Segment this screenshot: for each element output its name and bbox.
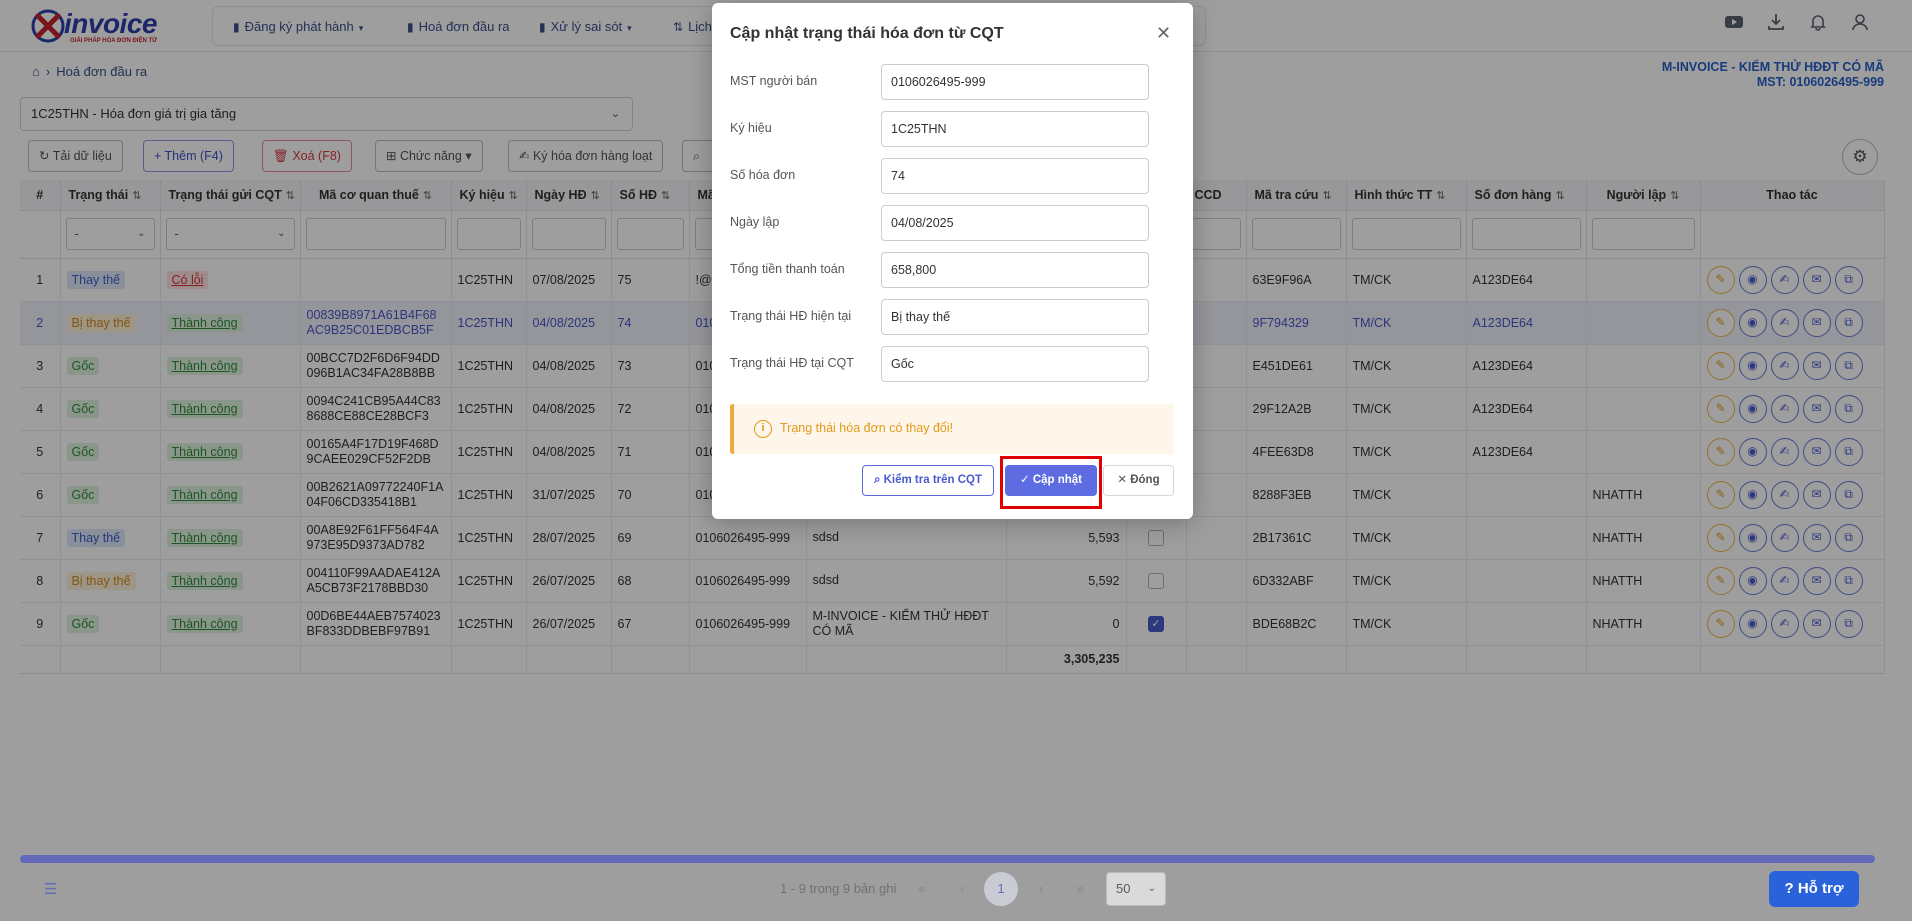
cqt-status-row: Trạng thái HĐ tại CQT Gốc (730, 346, 1150, 382)
check-on-cqt-button[interactable]: ⌕ Kiểm tra trên CQT (862, 465, 994, 496)
seller-tax-code-row: MST người bán 0106026495-999 (730, 64, 1150, 100)
issue-date-field[interactable]: 04/08/2025 (881, 205, 1149, 241)
update-button-highlight (1000, 456, 1102, 509)
close-icon: ✕ (1117, 474, 1131, 486)
status-changed-warning: i Trạng thái hóa đơn có thay đổi! (730, 404, 1174, 454)
symbol-field[interactable]: 1C25THN (881, 111, 1149, 147)
check-on-cqt-label: Kiểm tra trên CQT (883, 474, 983, 486)
issue-date-label: Ngày lập (730, 215, 780, 229)
cqt-status-field[interactable]: Gốc (881, 346, 1149, 382)
current-status-field[interactable]: Bị thay thế (881, 299, 1149, 335)
symbol-label: Ký hiệu (730, 121, 772, 135)
next-page-button[interactable]: › (1024, 872, 1058, 906)
total-amount-field[interactable]: 658,800 (881, 252, 1149, 288)
total-amount-row: Tổng tiền thanh toán 658,800 (730, 252, 1150, 288)
issue-date-row: Ngày lập 04/08/2025 (730, 205, 1150, 241)
question-icon: ? (1784, 880, 1794, 897)
seller-tax-code-label: MST người bán (730, 74, 818, 88)
last-page-button[interactable]: » (1063, 872, 1097, 906)
modal-title: Cập nhật trạng thái hóa đơn từ CQT (730, 25, 1004, 42)
current-status-label: Trạng thái HĐ hiện tại (730, 309, 852, 323)
seller-tax-code-field[interactable]: 0106026495-999 (881, 64, 1149, 100)
close-button[interactable]: ✕ Đóng (1103, 465, 1174, 496)
current-status-row: Trạng thái HĐ hiện tại Bị thay thế (730, 299, 1150, 335)
invoice-number-label: Số hóa đơn (730, 168, 796, 182)
list-icon[interactable]: ☰ (44, 880, 57, 898)
current-page-button[interactable]: 1 (984, 872, 1018, 906)
symbol-row: Ký hiệu 1C25THN (730, 111, 1150, 147)
pagination: ☰ 1 - 9 trong 9 bản ghi « ‹ 1 › » 50 ⌄ (0, 868, 1912, 908)
close-label: Đóng (1130, 474, 1160, 486)
pagination-info: 1 - 9 trong 9 bản ghi (780, 881, 897, 896)
search-icon: ⌕ (873, 474, 884, 486)
page-size-select[interactable]: 50 ⌄ (1106, 872, 1166, 906)
total-amount-label: Tổng tiền thanh toán (730, 262, 845, 276)
horizontal-scrollbar[interactable] (20, 855, 1875, 863)
cqt-status-label: Trạng thái HĐ tại CQT (730, 356, 854, 370)
first-page-button[interactable]: « (905, 872, 939, 906)
chevron-down-icon: ⌄ (1147, 883, 1156, 894)
help-button[interactable]: ? Hỗ trợ (1769, 871, 1859, 907)
close-icon[interactable]: ✕ (1156, 23, 1171, 43)
help-label: Hỗ trợ (1797, 880, 1844, 897)
prev-page-button[interactable]: ‹ (945, 872, 979, 906)
invoice-number-field[interactable]: 74 (881, 158, 1149, 194)
warning-text: Trạng thái hóa đơn có thay đổi! (780, 421, 954, 435)
info-icon: i (754, 420, 772, 438)
page-size-value: 50 (1116, 881, 1131, 896)
update-status-modal: Cập nhật trạng thái hóa đơn từ CQT ✕ MST… (712, 3, 1193, 519)
invoice-number-row: Số hóa đơn 74 (730, 158, 1150, 194)
